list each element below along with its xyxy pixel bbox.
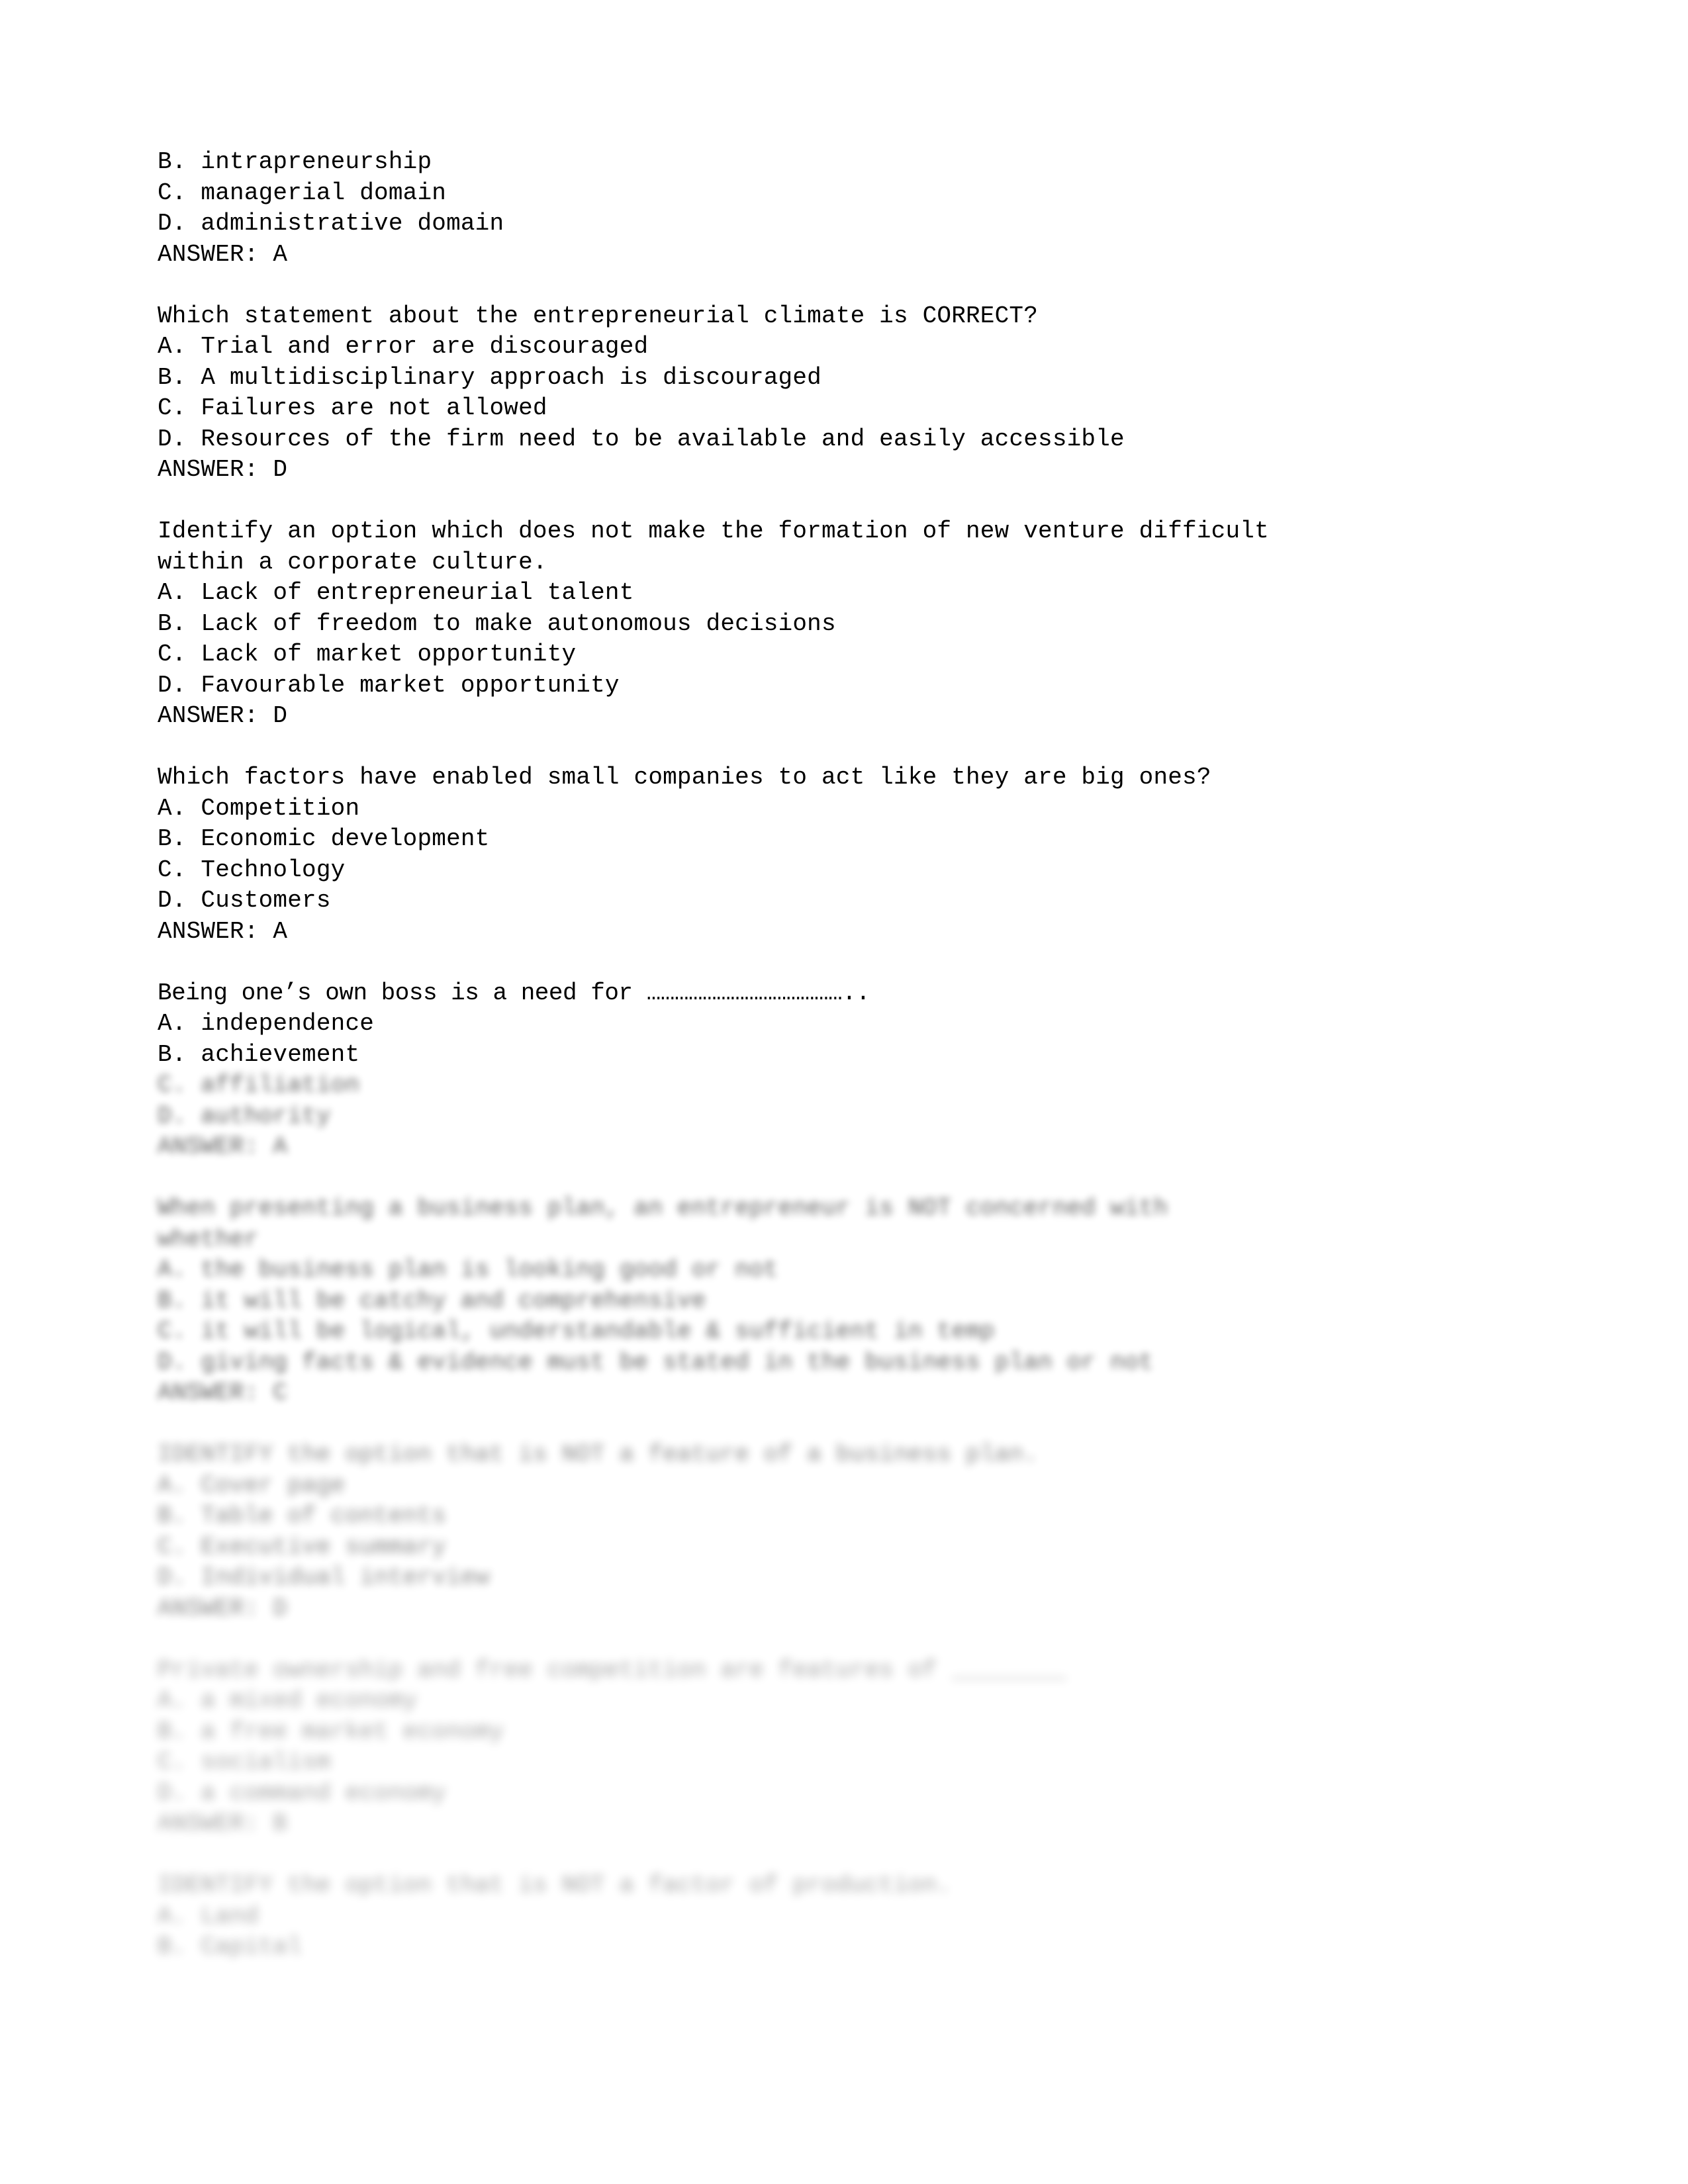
question-stem: Being one’s own boss is a need for ……………… [158, 979, 870, 1007]
option-line: A. the business plan is looking good or … [158, 1256, 778, 1283]
option-line: D. giving facts & evidence must be state… [158, 1348, 1154, 1376]
question-stem: Which factors have enabled small compani… [158, 764, 1211, 791]
option-line: C. Technology [158, 856, 346, 884]
option-line: A. Lack of entrepreneurial talent [158, 579, 634, 606]
answer-line: ANSWER: D [158, 1594, 288, 1622]
option-line: B. Lack of freedom to make autonomous de… [158, 610, 836, 637]
document-page: B. intrapreneurship C. managerial domain… [0, 0, 1688, 2184]
answer-line: ANSWER: D [158, 456, 288, 483]
option-line: B. it will be catchy and comprehensive [158, 1287, 706, 1314]
blurred-question-block: When presenting a business plan, an entr… [158, 1193, 1548, 1409]
option-line: C. Failures are not allowed [158, 394, 547, 422]
option-line: C. socialism [158, 1749, 331, 1776]
question-block: Identify an option which does not make t… [158, 516, 1548, 732]
question-stem-continued: within a corporate culture. [158, 548, 547, 576]
blurred-question-block: IDENTIFY the option that is NOT a featur… [158, 1439, 1548, 1624]
option-line: A. Land [158, 1902, 259, 1930]
option-line: A. Cover page [158, 1471, 346, 1499]
question-stem: IDENTIFY the option that is NOT a factor… [158, 1872, 952, 1899]
option-line: C. managerial domain [158, 179, 447, 206]
option-line: B. intrapreneurship [158, 148, 432, 175]
question-stem: Private ownership and free competition a… [158, 1656, 1067, 1684]
option-line: C. it will be logical, understandable & … [158, 1318, 995, 1345]
option-line: B. A multidisciplinary approach is disco… [158, 363, 821, 391]
question-stem: Identify an option which does not make t… [158, 518, 1269, 545]
question-stem: IDENTIFY the option that is NOT a featur… [158, 1441, 1039, 1468]
option-line: B. Table of contents [158, 1502, 447, 1529]
option-line: A. independence [158, 1010, 375, 1037]
document-text-body: B. intrapreneurship C. managerial domain… [158, 147, 1548, 1963]
option-line: A. a mixed economy [158, 1687, 418, 1714]
blurred-question-block: IDENTIFY the option that is NOT a factor… [158, 1870, 1548, 1963]
option-line: A. Trial and error are discouraged [158, 333, 649, 360]
answer-line: ANSWER: C [158, 1379, 288, 1406]
question-block: Being one’s own boss is a need for ……………… [158, 978, 1548, 1071]
option-line: B. Capital [158, 1933, 303, 1960]
option-line: B. Economic development [158, 825, 490, 852]
option-line: D. Customers [158, 887, 331, 914]
option-line: A. Competition [158, 794, 360, 822]
answer-line: ANSWER: B [158, 1810, 288, 1837]
question-block: B. intrapreneurship C. managerial domain… [158, 147, 1548, 270]
blurred-question-block: C. affiliation D. authority ANSWER: A [158, 1070, 1548, 1163]
answer-line: ANSWER: A [158, 1133, 288, 1160]
option-line: C. affiliation [158, 1071, 360, 1099]
blurred-question-block: Private ownership and free competition a… [158, 1655, 1548, 1840]
answer-line: ANSWER: A [158, 917, 288, 945]
option-line: D. Individual interview [158, 1564, 490, 1591]
option-line: D. Resources of the firm need to be avai… [158, 425, 1125, 453]
option-line: D. Favourable market opportunity [158, 671, 620, 699]
answer-line: ANSWER: A [158, 240, 288, 268]
question-block: Which factors have enabled small compani… [158, 762, 1548, 947]
option-line: C. Lack of market opportunity [158, 641, 577, 668]
question-stem-continued: whether [158, 1225, 259, 1253]
answer-line: ANSWER: D [158, 702, 288, 729]
question-block: Which statement about the entrepreneuria… [158, 301, 1548, 486]
option-line: D. administrative domain [158, 210, 504, 237]
option-line: B. achievement [158, 1040, 360, 1068]
option-line: D. authority [158, 1102, 331, 1130]
question-stem: Which statement about the entrepreneuria… [158, 302, 1039, 330]
question-stem: When presenting a business plan, an entr… [158, 1195, 1168, 1222]
option-line: C. Executive summary [158, 1533, 447, 1561]
option-line: B. a free market economy [158, 1717, 504, 1745]
option-line: D. a command economy [158, 1779, 447, 1807]
